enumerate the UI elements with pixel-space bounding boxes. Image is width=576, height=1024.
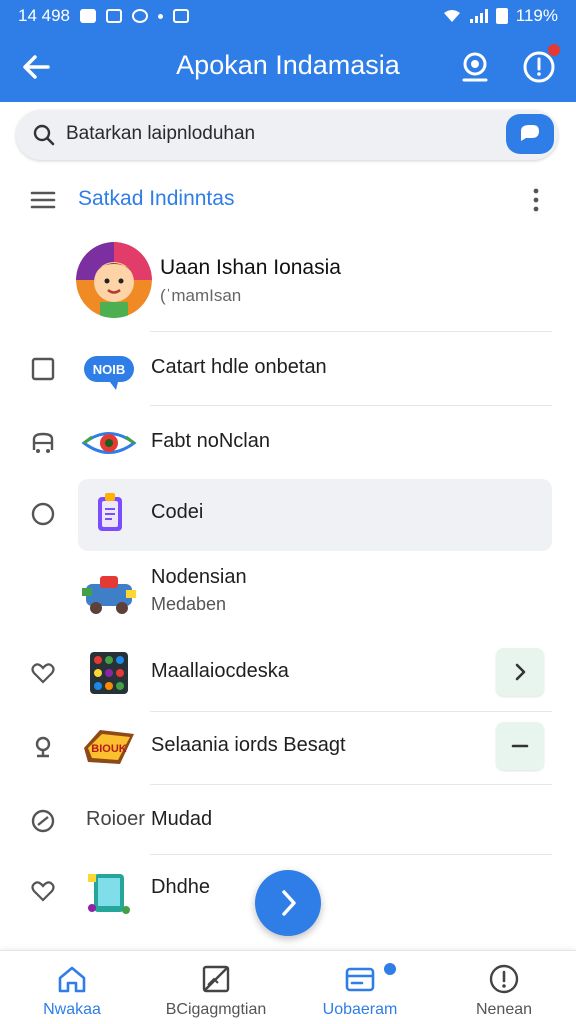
- game-logo-icon: BIOUK: [84, 730, 134, 764]
- hamburger-icon[interactable]: [30, 190, 56, 210]
- svg-text:NOIB: NOIB: [93, 362, 126, 377]
- avatar: [76, 242, 152, 318]
- selected-highlight: [78, 479, 552, 551]
- list-item-label: Fabt noNclan: [151, 430, 270, 452]
- status-bar: 14 498 119%: [0, 0, 576, 32]
- search-icon: [33, 124, 55, 146]
- section-header: Satkad Indinntas: [0, 176, 576, 224]
- bottom-navigation: Nwakaa BCigagmgtian Uobaeram Nenean: [0, 950, 576, 1024]
- battery-icon: [495, 8, 508, 24]
- expand-button[interactable]: [496, 648, 544, 696]
- profile-card[interactable]: Uaan Ishan Ionasia (ˈmamIsan: [0, 236, 576, 328]
- heart-icon[interactable]: [30, 878, 56, 904]
- profile-subtitle: (ˈmamIsan: [160, 286, 242, 305]
- chevron-right-icon: [282, 890, 296, 916]
- list-item[interactable]: Fabt noNclan: [0, 406, 576, 478]
- chevron-right-icon: [515, 663, 526, 681]
- wifi-icon: [443, 10, 460, 22]
- home-icon: [58, 966, 86, 993]
- list-item[interactable]: Nodensian Medaben: [0, 556, 576, 628]
- list-item-prefix: Roioer: [86, 808, 145, 830]
- battery-level: 119%: [515, 6, 558, 25]
- kebab-icon[interactable]: [528, 186, 544, 214]
- list-item-label: Codei: [151, 501, 204, 523]
- dot-icon: [158, 13, 163, 19]
- bus-icon: [32, 432, 54, 453]
- message-icon: [80, 9, 96, 23]
- list-item[interactable]: BIOUK Selaania iords Besagt: [0, 710, 576, 782]
- nav-item-gallery[interactable]: BCigagmgtian: [144, 951, 288, 1024]
- list-item-label: Dhdhe: [151, 876, 210, 898]
- clipboard-icon: [98, 493, 122, 531]
- card-icon: [345, 967, 375, 992]
- list-item-label: Nodensian: [151, 566, 247, 588]
- list-item-label: Mudad: [151, 808, 213, 830]
- list-item[interactable]: NOIB Catart hdle onbetan: [0, 332, 576, 404]
- list-item[interactable]: Roioer Mudad: [0, 784, 576, 856]
- shield-icon: [132, 9, 148, 23]
- chat-button[interactable]: [506, 114, 554, 154]
- profile-name: Uaan Ishan Ionasia: [160, 256, 341, 279]
- chat-status-icon: [173, 9, 189, 23]
- nav-item-info[interactable]: Nenean: [432, 951, 576, 1024]
- list-item-label: Maallaiocdeska: [151, 660, 289, 682]
- image-slash-icon: [202, 965, 230, 993]
- image-icon: [106, 9, 122, 23]
- list-item-subtitle: Medaben: [151, 594, 227, 614]
- signal-icon: [469, 9, 488, 23]
- chat-bubble-icon: [521, 125, 539, 141]
- section-title: Satkad Indinntas: [78, 187, 235, 210]
- gems-thumbnail-icon: [90, 652, 128, 694]
- svg-text:BIOUK: BIOUK: [91, 743, 127, 755]
- status-time: 14 498: [18, 6, 70, 25]
- list-item-label: Selaania iords Besagt: [151, 734, 346, 756]
- device-thumbnail-icon: [88, 874, 130, 914]
- nav-label: Uobaeram: [322, 1001, 398, 1018]
- nav-label: Nwakaa: [43, 1001, 101, 1018]
- checkbox-icon[interactable]: [30, 356, 56, 382]
- list-item[interactable]: Maallaiocdeska: [0, 636, 576, 708]
- new-badge-icon: NOIB: [84, 356, 134, 390]
- pin-icon: [35, 736, 51, 758]
- nav-badge: [382, 961, 398, 977]
- search-bar[interactable]: Batarkan laipnloduhan: [16, 110, 558, 160]
- heart-icon[interactable]: [30, 660, 56, 686]
- divider: [150, 854, 552, 855]
- nav-item-home[interactable]: Nwakaa: [0, 951, 144, 1024]
- notification-badge: [548, 44, 560, 56]
- nav-label: BCigagmgtian: [165, 1001, 267, 1018]
- game-thumbnail-icon: [82, 576, 136, 614]
- info-circle-icon: [489, 964, 519, 994]
- eye-logo-icon: [81, 432, 137, 454]
- list-item-selected[interactable]: Codei: [0, 477, 576, 551]
- radio-icon[interactable]: [30, 501, 56, 527]
- fab-next-button[interactable]: [255, 870, 321, 936]
- minus-icon: [511, 744, 529, 748]
- nav-item-wallet[interactable]: Uobaeram: [288, 951, 432, 1024]
- search-input[interactable]: Batarkan laipnloduhan: [66, 123, 255, 145]
- app-bar: Apokan Indamasia: [0, 32, 576, 102]
- camera-target-icon[interactable]: [458, 50, 492, 84]
- nav-label: Nenean: [475, 1001, 533, 1018]
- collapse-button[interactable]: [496, 722, 544, 770]
- list-item-label: Catart hdle onbetan: [151, 356, 327, 378]
- clock-icon: [31, 809, 55, 833]
